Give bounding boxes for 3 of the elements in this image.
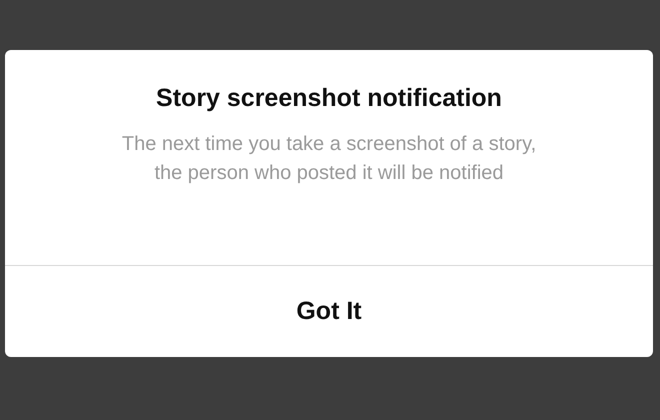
dialog-message: The next time you take a screenshot of a story, the person who posted it will be notified: [120, 132, 538, 186]
got-it-button[interactable]: Got It: [5, 266, 653, 357]
dialog-title: Story screenshot notification: [156, 83, 502, 114]
